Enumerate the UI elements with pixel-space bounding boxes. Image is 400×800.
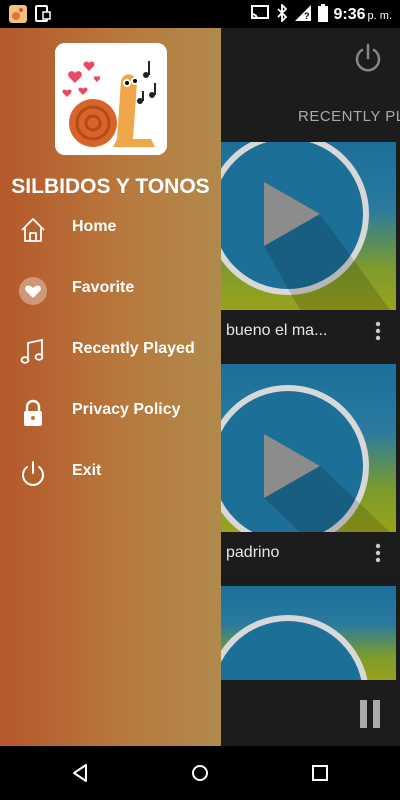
back-icon[interactable] xyxy=(69,762,91,784)
bluetooth-icon xyxy=(276,2,288,26)
menu-label: Recently Played xyxy=(72,340,195,357)
menu-item-recently-played[interactable]: Recently Played xyxy=(0,323,221,379)
pause-icon[interactable] xyxy=(358,700,382,728)
menu-item-privacy-policy[interactable]: Privacy Policy xyxy=(0,384,221,440)
heart-icon xyxy=(18,276,48,306)
song-artwork[interactable] xyxy=(200,142,396,310)
clock-ampm: p. m. xyxy=(367,10,392,22)
battery-icon xyxy=(317,4,328,26)
power-icon[interactable] xyxy=(352,42,384,74)
navigation-drawer: SILBIDOS Y TONOS Home Favorite Recently … xyxy=(0,28,221,746)
menu-label: Exit xyxy=(72,462,102,479)
home-icon xyxy=(18,215,48,245)
menu-label: Privacy Policy xyxy=(72,401,181,418)
menu-item-favorite[interactable]: Favorite xyxy=(0,262,221,318)
song-artwork[interactable] xyxy=(200,586,396,680)
recents-icon[interactable] xyxy=(309,762,331,784)
cast-icon xyxy=(250,4,270,26)
tab-recently-played[interactable]: RECENTLY PL xyxy=(298,108,400,125)
svg-text:?: ? xyxy=(304,11,310,21)
home-nav-icon[interactable] xyxy=(189,762,211,784)
app-logo xyxy=(55,43,167,155)
app-notification-icon xyxy=(8,4,28,29)
song-artwork[interactable] xyxy=(200,364,396,532)
clock-time: 9:36 xyxy=(333,6,366,23)
menu-item-exit[interactable]: Exit xyxy=(0,445,221,501)
more-vert-icon[interactable] xyxy=(374,542,382,564)
music-note-icon xyxy=(18,337,48,367)
more-vert-icon[interactable] xyxy=(374,320,382,342)
song-card[interactable]: l bueno el ma... xyxy=(200,142,396,354)
menu-label: Favorite xyxy=(72,279,135,296)
lock-icon xyxy=(18,398,48,428)
song-title: l bueno el ma... xyxy=(218,322,328,339)
song-card[interactable] xyxy=(200,586,396,680)
song-title: l padrino xyxy=(218,544,280,561)
help-signal-icon: ? xyxy=(294,4,312,26)
power-icon xyxy=(18,459,48,489)
app-name: SILBIDOS Y TONOS xyxy=(11,175,210,198)
song-title-bar: l bueno el ma... xyxy=(200,310,396,354)
menu-label: Home xyxy=(72,218,117,235)
menu-item-home[interactable]: Home xyxy=(0,201,221,257)
song-title-bar: l padrino xyxy=(200,532,396,576)
song-card[interactable]: l padrino xyxy=(200,364,396,576)
screen-share-icon xyxy=(34,4,52,29)
status-bar: ? 9:36 p. m. xyxy=(0,0,400,28)
system-nav-bar xyxy=(0,746,400,800)
